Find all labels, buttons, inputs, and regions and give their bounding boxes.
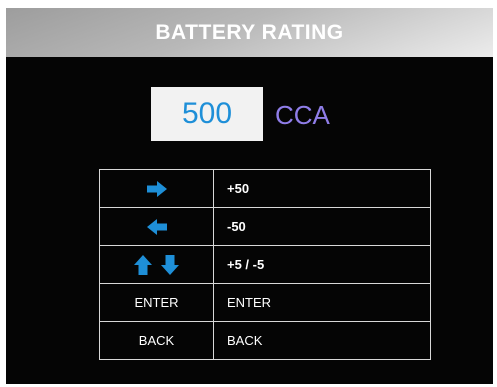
table-row: +5 / -5	[99, 245, 431, 284]
right-key-action: +50	[213, 169, 431, 208]
arrow-down-icon	[161, 254, 180, 275]
table-row: +50	[99, 169, 431, 208]
key-legend-table: +50 -50 +5 / -5 ENTER ENTER BACK BACK	[99, 169, 431, 360]
rating-unit: CCA	[275, 100, 330, 130]
left-key-action: -50	[213, 207, 431, 246]
back-key-label: BACK	[99, 321, 214, 360]
right-key-cell	[99, 169, 214, 208]
up-down-key-cell	[99, 245, 214, 284]
arrow-up-icon	[133, 254, 152, 275]
arrow-left-icon	[146, 218, 167, 235]
enter-key-action: ENTER	[213, 283, 431, 322]
left-key-cell	[99, 207, 214, 246]
enter-key-label: ENTER	[99, 283, 214, 322]
up-down-key-action: +5 / -5	[213, 245, 431, 284]
table-row: -50	[99, 207, 431, 246]
page-title: BATTERY RATING	[155, 21, 344, 44]
table-row: BACK BACK	[99, 321, 431, 360]
table-row: ENTER ENTER	[99, 283, 431, 322]
rating-value[interactable]: 500	[151, 87, 263, 141]
battery-rating-screen: BATTERY RATING 500 CCA +50 -50 +5 / -5 E…	[6, 8, 493, 384]
arrow-right-icon	[146, 180, 167, 197]
back-key-action: BACK	[213, 321, 431, 360]
arrow-up-down-icon	[133, 254, 180, 275]
